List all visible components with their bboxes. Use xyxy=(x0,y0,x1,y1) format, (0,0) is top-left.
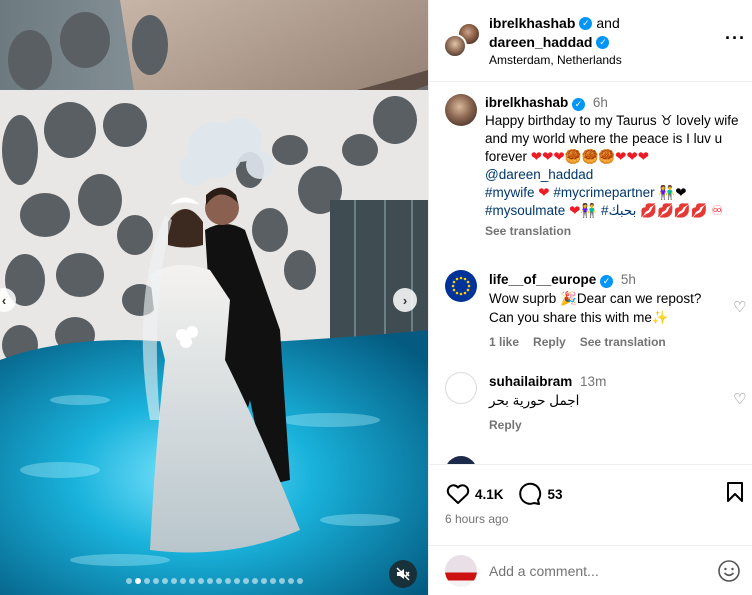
see-translation-link[interactable]: See translation xyxy=(485,222,745,240)
carousel-dot xyxy=(134,578,141,584)
emoji-smile-icon xyxy=(718,560,740,582)
carousel-dot xyxy=(215,578,222,584)
comment-timestamp[interactable]: 13m xyxy=(580,374,606,389)
post-timestamp[interactable]: 6 hours ago xyxy=(445,512,508,526)
comment-timestamp[interactable]: 5h xyxy=(621,272,636,287)
eu-flag-icon xyxy=(451,276,471,296)
carousel-dot xyxy=(233,578,240,584)
avatar[interactable] xyxy=(445,94,477,126)
hashtag-link[interactable]: #mysoulmate xyxy=(485,203,565,218)
post-location[interactable]: Amsterdam, Netherlands xyxy=(489,53,622,67)
avatar[interactable] xyxy=(445,372,477,404)
more-horizontal-icon: ··· xyxy=(725,28,746,48)
carousel-dot xyxy=(161,578,168,584)
caption-emojis: ❤❤❤🥮🥮🥮❤❤❤ xyxy=(530,149,650,164)
carousel-dot xyxy=(143,578,150,584)
avatar[interactable] xyxy=(443,34,467,58)
reply-button[interactable]: Reply xyxy=(489,416,522,435)
wedding-video-frame xyxy=(0,0,428,595)
carousel-dot xyxy=(125,578,132,584)
chevron-right-icon: › xyxy=(402,292,408,308)
more-options-button[interactable]: ··· xyxy=(725,28,746,49)
carousel-dot xyxy=(206,578,213,584)
comment-username[interactable]: suhailaibram xyxy=(489,374,572,389)
comment-like-button[interactable]: ♡ xyxy=(733,298,746,316)
collab-avatars[interactable] xyxy=(443,22,483,58)
see-translation-link[interactable]: See translation xyxy=(580,333,666,352)
reply-button[interactable]: Reply xyxy=(533,333,566,352)
coauthor-username[interactable]: dareen_haddad xyxy=(489,34,592,50)
carousel-dot xyxy=(152,578,159,584)
caption-timestamp[interactable]: 6h xyxy=(593,95,608,110)
emoji-picker-button[interactable] xyxy=(717,559,741,588)
verified-badge-icon: ✓ xyxy=(596,35,610,49)
avatar[interactable] xyxy=(445,456,477,464)
save-button[interactable] xyxy=(725,481,745,508)
verified-badge-icon: ✓ xyxy=(600,275,614,288)
mention-link[interactable]: @dareen_haddad xyxy=(485,167,593,182)
post-header: ibrelkhashab ✓ and dareen_haddad ✓ Amste… xyxy=(429,0,752,82)
post-media-video[interactable]: ‹ › xyxy=(0,0,428,595)
speaker-muted-icon xyxy=(396,567,410,581)
comment-like-button[interactable]: ♡ xyxy=(733,390,746,408)
author-username[interactable]: ibrelkhashab xyxy=(489,15,575,31)
comment-likes-count[interactable]: 1 like xyxy=(489,333,519,352)
heart-outline-icon: ♡ xyxy=(733,391,747,408)
comments-list[interactable]: ibrelkhashab ✓ 6h Happy birthday to my T… xyxy=(429,82,752,464)
hashtag-link[interactable]: #بحبك xyxy=(601,203,636,218)
carousel-dot xyxy=(296,578,303,584)
verified-badge-icon: ✓ xyxy=(572,97,586,111)
carousel-dot xyxy=(197,578,204,584)
carousel-dot xyxy=(224,578,231,584)
carousel-dot xyxy=(170,578,177,584)
comment-username[interactable]: life__of__europe xyxy=(489,272,596,287)
bookmark-icon xyxy=(727,482,743,502)
comments-count[interactable]: 53 xyxy=(548,487,563,502)
post-side-panel: ibrelkhashab ✓ and dareen_haddad ✓ Amste… xyxy=(428,0,752,595)
post-modal: ‹ › ibrelkhashab ✓ and dareen_haddad ✓ A… xyxy=(0,0,752,595)
carousel-dot xyxy=(251,578,258,584)
hashtag-link[interactable]: #mycrimepartner xyxy=(553,185,654,200)
post-actions: 4.1K 53 6 hours ago xyxy=(429,464,752,552)
caption-emojis: 💋💋💋💋 ♾ xyxy=(640,203,724,218)
caption-username[interactable]: ibrelkhashab xyxy=(485,95,568,110)
heart-outline-icon: ♡ xyxy=(733,299,747,316)
carousel-dot xyxy=(278,578,285,584)
avatar[interactable] xyxy=(445,270,477,302)
carousel-dot xyxy=(260,578,267,584)
add-comment-bar: Add a comment... xyxy=(429,545,752,595)
and-label: and xyxy=(596,15,620,31)
caption-emojis: 👫❤ xyxy=(658,185,687,200)
comment-input[interactable]: Add a comment... xyxy=(489,563,599,579)
mute-toggle-button[interactable] xyxy=(389,560,417,588)
comment-bubble-icon[interactable] xyxy=(516,481,544,507)
likes-count[interactable]: 4.1K xyxy=(475,487,504,502)
carousel-indicator xyxy=(0,578,428,584)
hashtag-link[interactable]: #mywife xyxy=(485,185,535,200)
carousel-dot xyxy=(242,578,249,584)
avatar[interactable] xyxy=(445,555,477,587)
next-slide-button[interactable]: › xyxy=(393,288,417,312)
comment-text: اجمل حورية بحر xyxy=(489,393,580,408)
chevron-left-icon: ‹ xyxy=(1,292,7,308)
carousel-dot xyxy=(188,578,195,584)
carousel-dot xyxy=(287,578,294,584)
verified-badge-icon: ✓ xyxy=(579,16,593,30)
heart-outline-icon[interactable] xyxy=(445,482,471,506)
carousel-dot xyxy=(269,578,276,584)
carousel-dot xyxy=(179,578,186,584)
comment-text: Wow suprb 🎉Dear can we repost? Can you s… xyxy=(489,291,702,325)
